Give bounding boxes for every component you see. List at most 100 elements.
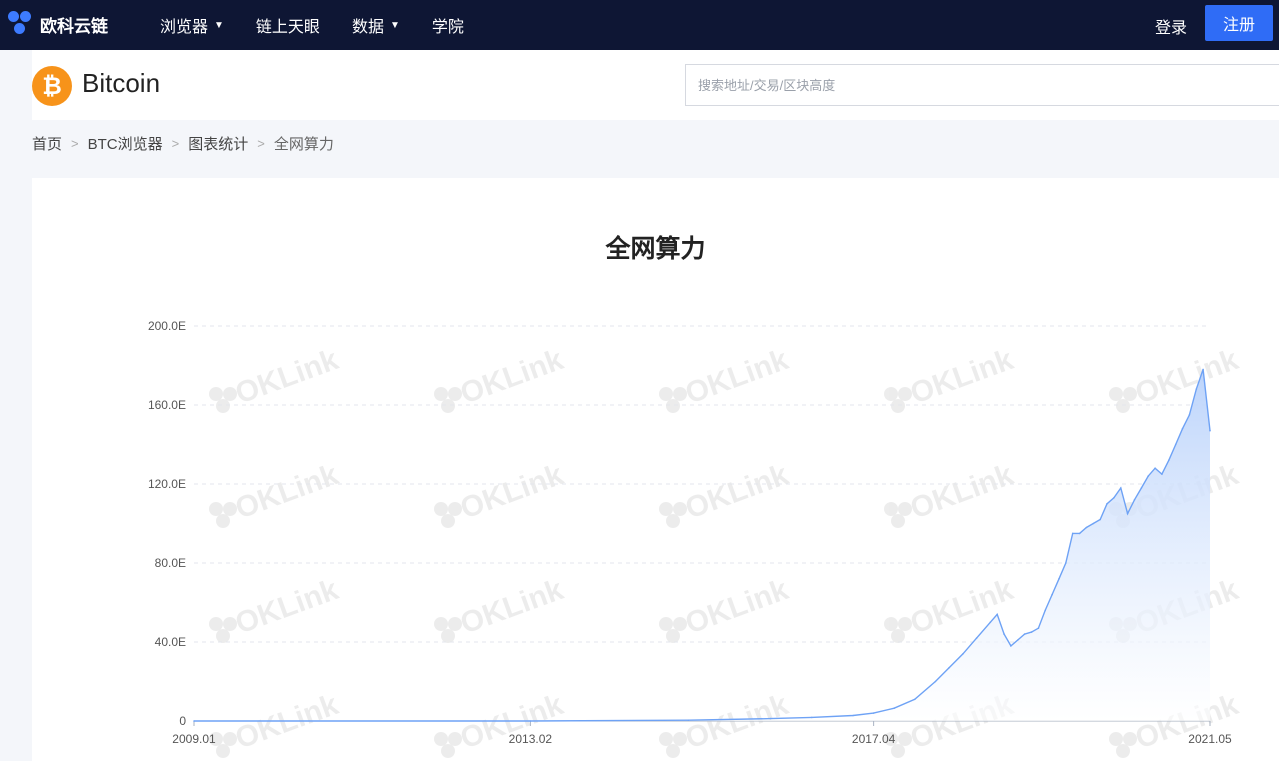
data-point[interactable] <box>1196 388 1198 390</box>
data-point[interactable] <box>530 720 532 722</box>
data-point[interactable] <box>1065 562 1067 564</box>
data-point[interactable] <box>1154 467 1156 469</box>
data-point[interactable] <box>1189 414 1191 416</box>
chevron-down-icon: ▼ <box>390 20 400 31</box>
svg-text:OKLink: OKLink <box>681 688 793 756</box>
breadcrumb-separator-icon: > <box>71 136 79 151</box>
nav-item-explorer[interactable]: 浏览器 ▼ <box>160 13 224 37</box>
watermark: OKLink <box>659 343 793 413</box>
y-tick-label: 40.0E <box>155 635 186 649</box>
data-point[interactable] <box>1161 473 1163 475</box>
data-point[interactable] <box>770 718 772 720</box>
data-point[interactable] <box>1044 610 1046 612</box>
svg-text:OKLink: OKLink <box>681 573 793 641</box>
svg-text:OKLink: OKLink <box>681 343 793 411</box>
data-point[interactable] <box>811 717 813 719</box>
hashrate-chart[interactable]: OKLink OKLink OKLink OKLink OKLink OKLink OKLi… <box>32 178 1279 761</box>
logo-icon <box>8 10 36 38</box>
top-navigation: 欧科云链 浏览器 ▼ 链上天眼 数据 ▼ 学院 登录 注册 <box>0 0 1279 50</box>
svg-text:OKLink: OKLink <box>231 458 343 526</box>
data-point[interactable] <box>962 653 964 655</box>
data-point[interactable] <box>1099 519 1101 521</box>
data-point[interactable] <box>1031 631 1033 633</box>
y-tick-label: 200.0E <box>148 319 186 333</box>
x-tick-label: 2021.05 <box>1188 732 1232 746</box>
nav-item-label: 数据 <box>352 13 384 37</box>
coin-header: ₿ Bitcoin <box>32 50 1279 120</box>
data-point[interactable] <box>1058 578 1060 580</box>
data-point[interactable] <box>1072 533 1074 535</box>
data-point[interactable] <box>852 715 854 717</box>
data-point[interactable] <box>1017 639 1019 641</box>
data-point[interactable] <box>1093 523 1095 525</box>
x-tick-label: 2013.02 <box>509 732 553 746</box>
svg-text:OKLink: OKLink <box>681 458 793 526</box>
watermark: OKLink <box>209 458 343 528</box>
data-point[interactable] <box>935 681 937 683</box>
data-point[interactable] <box>1209 430 1211 432</box>
watermark: OKLink <box>434 688 568 758</box>
nav-item-label: 链上天眼 <box>256 13 320 37</box>
breadcrumb-separator-icon: > <box>257 136 265 151</box>
data-point[interactable] <box>976 637 978 639</box>
bitcoin-icon: ₿ <box>32 66 72 106</box>
nav-item-label: 学院 <box>432 13 464 37</box>
data-point[interactable] <box>1113 497 1115 499</box>
watermark: OKLink <box>434 458 568 528</box>
search-input[interactable] <box>685 64 1279 106</box>
y-tick-label: 80.0E <box>155 556 186 570</box>
data-point[interactable] <box>914 699 916 701</box>
data-point[interactable] <box>948 667 950 669</box>
data-point[interactable] <box>193 720 195 722</box>
data-point[interactable] <box>1086 527 1088 529</box>
login-link[interactable]: 登录 <box>1155 14 1187 38</box>
data-point[interactable] <box>1051 594 1053 596</box>
svg-text:OKLink: OKLink <box>1131 343 1243 411</box>
svg-text:OKLink: OKLink <box>906 458 1018 526</box>
signup-button[interactable]: 注册 <box>1205 5 1273 41</box>
nav-item-onchain-eye[interactable]: 链上天眼 <box>256 13 320 37</box>
watermark: OKLink <box>659 458 793 528</box>
nav-item-data[interactable]: 数据 ▼ <box>352 13 400 37</box>
svg-text:OKLink: OKLink <box>231 688 343 756</box>
breadcrumb-current: 全网算力 <box>274 133 334 154</box>
data-point[interactable] <box>1175 444 1177 446</box>
x-tick-label: 2017.04 <box>852 732 896 746</box>
data-point[interactable] <box>688 719 690 721</box>
breadcrumb-separator-icon: > <box>172 136 180 151</box>
data-point[interactable] <box>873 712 875 714</box>
breadcrumb-home[interactable]: 首页 <box>32 133 62 154</box>
svg-text:OKLink: OKLink <box>906 343 1018 411</box>
breadcrumb: 首页 > BTC浏览器 > 图表统计 > 全网算力 <box>32 133 334 154</box>
chart-panel: 全网算力 OKLinkOKLinkOKLinkOKLinkOKLinkOKLin… <box>32 178 1279 761</box>
data-point[interactable] <box>1106 503 1108 505</box>
data-point[interactable] <box>990 622 992 624</box>
data-point[interactable] <box>1003 633 1005 635</box>
data-point[interactable] <box>1202 369 1204 371</box>
data-point[interactable] <box>1024 633 1026 635</box>
data-point[interactable] <box>1134 499 1136 501</box>
nav-menu: 浏览器 ▼ 链上天眼 数据 ▼ 学院 <box>160 0 496 50</box>
data-point[interactable] <box>1079 533 1081 535</box>
brand-name: 欧科云链 <box>40 12 108 37</box>
data-point[interactable] <box>996 614 998 616</box>
data-point[interactable] <box>1127 513 1129 515</box>
brand-logo[interactable]: 欧科云链 <box>8 10 108 38</box>
watermark: OKLink <box>209 573 343 643</box>
svg-text:OKLink: OKLink <box>231 573 343 641</box>
data-point[interactable] <box>1120 487 1122 489</box>
watermark: OKLink <box>659 573 793 643</box>
data-point[interactable] <box>1182 428 1184 430</box>
watermark: OKLink <box>1109 343 1243 413</box>
data-point[interactable] <box>1168 460 1170 462</box>
data-point[interactable] <box>1038 627 1040 629</box>
data-point[interactable] <box>1010 645 1012 647</box>
breadcrumb-explorer[interactable]: BTC浏览器 <box>88 133 163 154</box>
x-tick-label: 2009.01 <box>172 732 216 746</box>
data-point[interactable] <box>893 707 895 709</box>
data-point[interactable] <box>1141 487 1143 489</box>
breadcrumb-charts[interactable]: 图表统计 <box>188 133 248 154</box>
data-point[interactable] <box>1147 475 1149 477</box>
nav-item-academy[interactable]: 学院 <box>432 13 464 37</box>
watermark: OKLink <box>659 688 793 758</box>
